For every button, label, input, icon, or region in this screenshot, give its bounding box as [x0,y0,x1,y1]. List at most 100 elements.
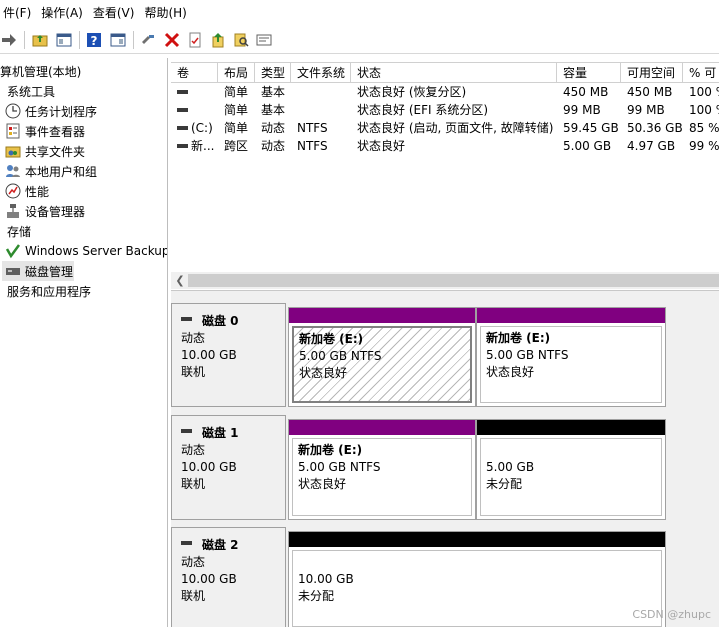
tree-item-storage[interactable]: 存储 [7,221,31,241]
cell-percent-free: 100 % [689,85,719,99]
disk-icon [181,541,192,545]
tree-item-computer-management[interactable]: 算机管理(本地) [0,61,81,81]
up-folder-icon[interactable] [31,31,49,49]
partition-color-bar [289,420,475,435]
disk-icon [181,317,192,321]
table-row[interactable] [171,83,218,101]
tree-item-label: 性能 [25,184,50,199]
column-header-percent-free[interactable]: % 可 [683,63,719,83]
cell-capacity: 5.00 GB [563,139,612,153]
menu-action[interactable]: 操作(A) [36,0,88,26]
device-manager-icon [5,203,21,219]
column-header-filesystem[interactable]: 文件系统 [291,63,351,83]
tree-item-shared-folders[interactable]: 共享文件夹 [5,141,85,161]
partition-disk0-2[interactable]: 新加卷 (E:) 5.00 GB NTFS 状态良好 [476,307,666,407]
partition-title: 新加卷 (E:) [298,443,363,457]
cell-filesystem: NTFS [297,139,328,153]
table-row[interactable]: (C:) [171,119,218,137]
menu-view[interactable]: 查看(V) [88,0,140,26]
disk-size: 10.00 GB [181,348,237,362]
disk-0-label[interactable]: 磁盘 0 动态 10.00 GB 联机 [171,303,286,407]
cell-status: 状态良好 [357,139,406,153]
tree-item-system-tools[interactable]: 系统工具 [7,81,55,101]
column-header-capacity[interactable]: 容量 [557,63,621,83]
disk-graphical-view: 磁盘 0 动态 10.00 GB 联机 新加卷 (E:) 5.00 GB NTF… [171,296,719,627]
partition-content: 10.00 GB 未分配 [292,550,662,627]
partition-status: 未分配 [486,477,523,491]
column-header-free-space[interactable]: 可用空间 [621,63,683,83]
export-icon[interactable] [209,31,227,49]
volume-icon [177,125,188,130]
rescan-icon[interactable] [255,31,273,49]
tree-item-disk-management[interactable]: 磁盘管理 [2,261,74,281]
event-log-icon [5,123,21,139]
tree-item-services-applications[interactable]: 服务和应用程序 [7,281,91,301]
tree-item-label: 事件查看器 [25,124,86,139]
disk-type: 动态 [181,443,206,457]
disk-icon [181,429,192,433]
column-header-volume[interactable]: 卷 [171,63,218,83]
table-row[interactable]: 新... [171,137,218,155]
forward-arrow-icon[interactable] [0,31,18,49]
watermark: CSDN @zhupc [632,608,711,621]
console-icon[interactable] [109,31,127,49]
partition-content: 新加卷 (E:) 5.00 GB NTFS 状态良好 [480,326,662,403]
tree-item-label: 服务和应用程序 [7,284,92,299]
backup-icon [5,243,21,259]
connect-icon[interactable] [139,31,157,49]
partition-size: 5.00 GB NTFS [298,460,381,474]
partition-disk0-1[interactable]: 新加卷 (E:) 5.00 GB NTFS 状态良好 [288,307,476,407]
cell-free-space: 50.36 GB [627,121,683,135]
cell-layout: 简单 [224,85,249,99]
disk-state: 联机 [181,589,206,603]
disk-name: 磁盘 2 [202,537,239,552]
search-icon[interactable] [232,31,250,49]
tree-item-performance[interactable]: 性能 [5,181,49,201]
svg-text:?: ? [91,34,98,48]
toolbar-separator [133,31,134,49]
disk-size: 10.00 GB [181,572,237,586]
partition-status: 未分配 [298,589,335,603]
scrollbar-thumb[interactable] [188,274,719,287]
navigation-tree: 算机管理(本地) 系统工具 任务计划程序 事件查看器 共享文件夹 本地用户和组 … [0,58,168,627]
horizontal-scrollbar[interactable]: ❮ [171,272,719,289]
disk-state: 联机 [181,365,206,379]
volume-list: 卷 布局 类型 文件系统 状态 容量 可用空间 % 可 简单 基本 状态良好 (… [171,62,719,290]
menu-file[interactable]: 件(F) [0,0,36,26]
show-hide-tree-icon[interactable] [55,31,73,49]
tree-item-device-manager[interactable]: 设备管理器 [5,201,85,221]
tree-item-windows-server-backup[interactable]: Windows Server Backup [5,241,167,261]
partition-disk1-unallocated[interactable]: 5.00 GB 未分配 [476,419,666,520]
disk-1-label[interactable]: 磁盘 1 动态 10.00 GB 联机 [171,415,286,520]
disk-2-label[interactable]: 磁盘 2 动态 10.00 GB 联机 [171,527,286,627]
disk-name: 磁盘 0 [202,313,239,328]
delete-icon[interactable] [163,31,181,49]
disk-size: 10.00 GB [181,460,237,474]
tree-item-local-users-groups[interactable]: 本地用户和组 [5,161,97,181]
help-icon[interactable]: ? [85,31,103,49]
partition-size: 5.00 GB NTFS [486,348,569,362]
volume-icon [177,89,188,94]
scroll-left-icon[interactable]: ❮ [174,272,186,289]
cell-status: 状态良好 (启动, 页面文件, 故障转储) [357,121,554,135]
performance-icon [5,183,21,199]
tree-item-event-viewer[interactable]: 事件查看器 [5,121,85,141]
clock-icon [5,103,21,119]
column-header-status[interactable]: 状态 [351,63,557,83]
table-row[interactable] [171,101,218,119]
cell-volume: (C:) [191,121,213,135]
menu-help[interactable]: 帮助(H) [139,0,191,26]
column-header-type[interactable]: 类型 [255,63,291,83]
toolbar-separator [24,31,25,49]
cell-layout: 简单 [224,121,249,135]
partition-status: 状态良好 [298,477,347,491]
volume-icon [177,107,188,112]
partition-disk1-1[interactable]: 新加卷 (E:) 5.00 GB NTFS 状态良好 [288,419,476,520]
partition-disk2-unallocated[interactable]: 10.00 GB 未分配 [288,531,666,627]
partition-color-bar [289,308,475,323]
disk-type: 动态 [181,331,206,345]
column-header-layout[interactable]: 布局 [218,63,255,83]
properties-icon[interactable] [186,31,204,49]
tree-item-task-scheduler[interactable]: 任务计划程序 [5,101,97,121]
partition-content: 新加卷 (E:) 5.00 GB NTFS 状态良好 [292,326,472,403]
